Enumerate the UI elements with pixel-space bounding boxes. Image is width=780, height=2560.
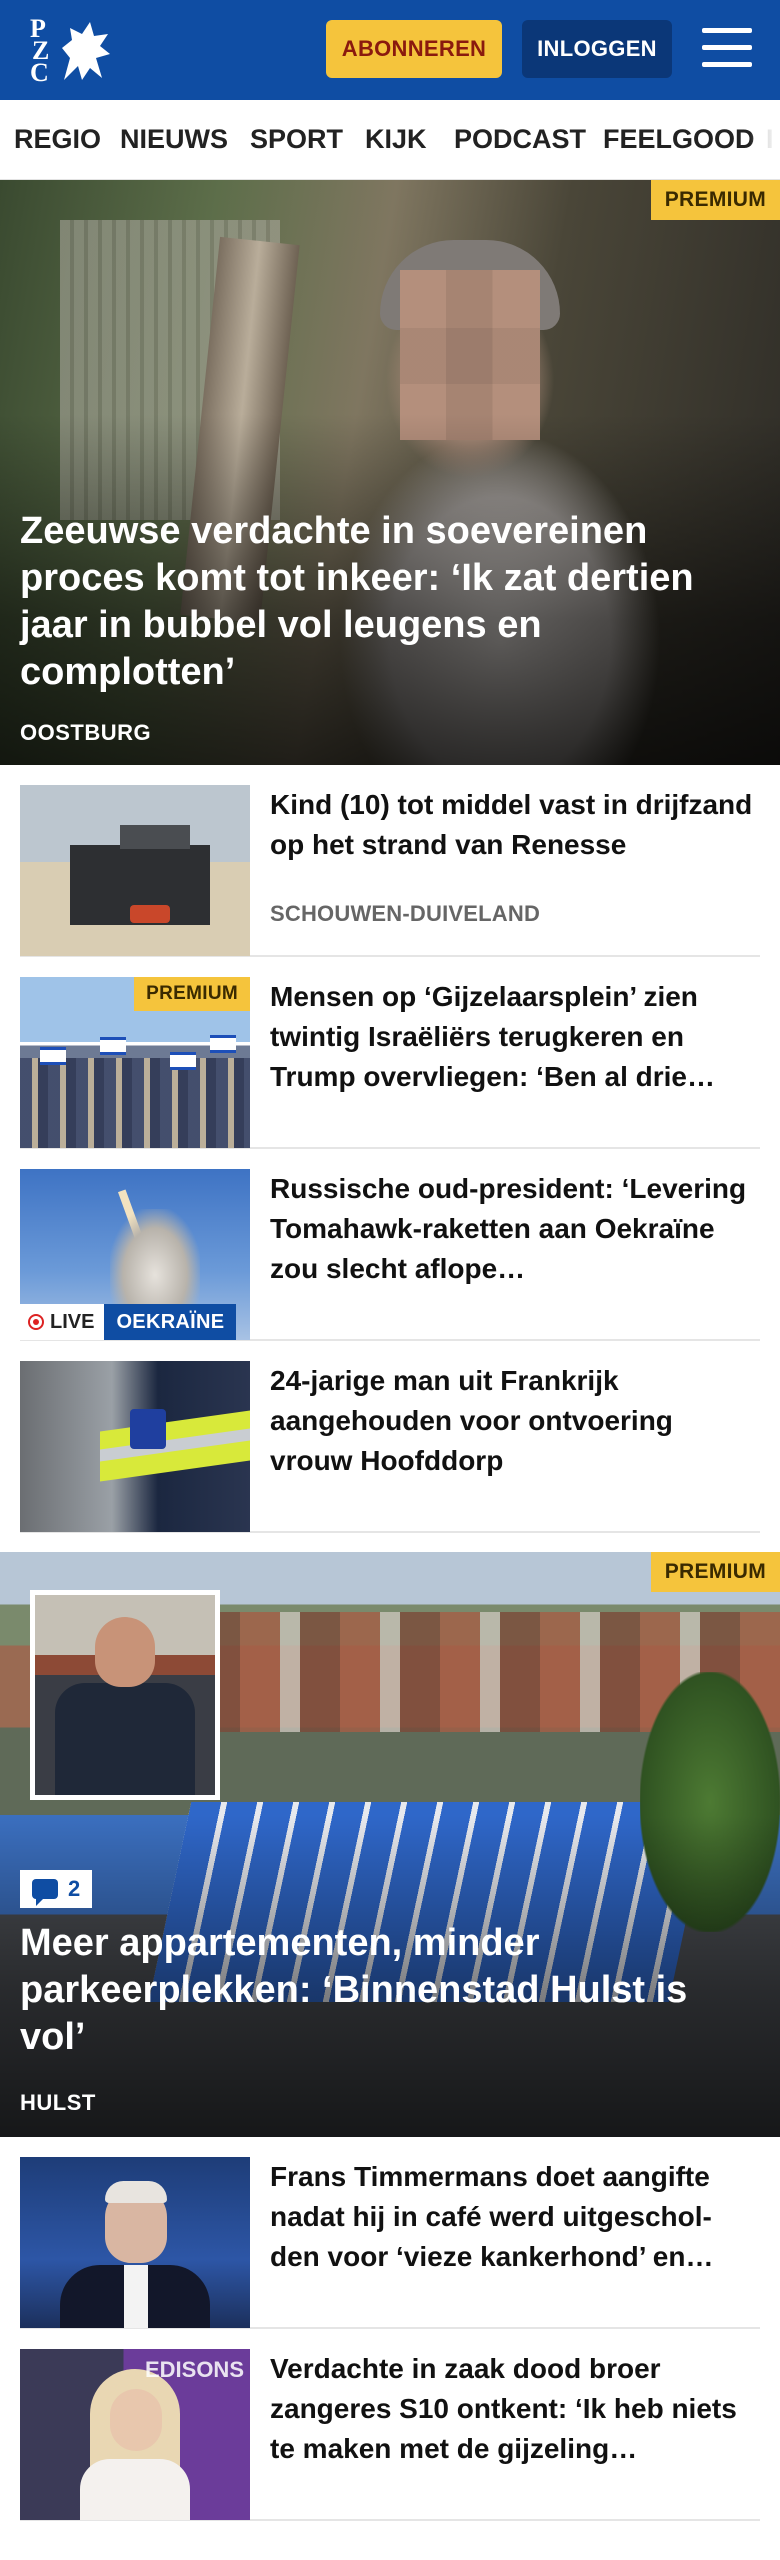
list-item[interactable]: Kind (10) tot middel vast in drijfzand o… bbox=[20, 765, 760, 957]
live-label: LIVE bbox=[50, 1310, 95, 1333]
list-item[interactable]: LIVE OEKRAÏNE Russische oud-president: ‘… bbox=[20, 1149, 760, 1341]
nav-item-feelgood[interactable]: FEELGOOD bbox=[603, 124, 755, 155]
section-nav: REGIO NIEUWS SPORT KIJK PODCAST FEELGOOD… bbox=[0, 100, 780, 180]
premium-badge: PREMIUM bbox=[134, 977, 250, 1011]
nav-item-nieuws[interactable]: NIEUWS bbox=[120, 124, 228, 155]
logo-letter-c: C bbox=[30, 58, 49, 87]
premium-badge: PREMIUM bbox=[650, 1552, 780, 1592]
article-thumbnail: PREMIUM bbox=[20, 977, 250, 1148]
article-thumbnail bbox=[20, 785, 250, 956]
nav-item-kijk[interactable]: KIJK bbox=[365, 124, 427, 155]
feature-inset-photo bbox=[30, 1590, 220, 1800]
live-dot-icon bbox=[28, 1314, 44, 1330]
article-title[interactable]: Frans Timmermans doet aangifte nadat hij… bbox=[270, 2157, 760, 2277]
list-item[interactable]: EDISONS Verdachte in zaak dood broer zan… bbox=[20, 2329, 760, 2521]
comment-count-value: 2 bbox=[68, 1876, 81, 1901]
nav-fade bbox=[750, 100, 780, 179]
login-button[interactable]: INLOGGEN bbox=[522, 20, 672, 78]
nav-item-regio[interactable]: REGIO bbox=[14, 124, 101, 155]
article-thumbnail: LIVE OEKRAÏNE bbox=[20, 1169, 250, 1340]
feature-location: HULST bbox=[20, 2090, 96, 2115]
list-item[interactable]: PREMIUM Mensen op ‘Gijzelaarsplein’ zien… bbox=[20, 957, 760, 1149]
article-location: SCHOUWEN-DUIVELAND bbox=[270, 901, 541, 926]
article-thumbnail bbox=[20, 1361, 250, 1532]
topic-tag: OEKRAÏNE bbox=[104, 1304, 237, 1340]
article-thumbnail: EDISONS bbox=[20, 2349, 250, 2520]
hero-title[interactable]: Zeeuwse verdachte in soevereinen proces … bbox=[20, 508, 760, 696]
backdrop-logo-text: EDISONS bbox=[144, 2357, 244, 2382]
feature-article[interactable]: PREMIUM 2 Meer appartementen, minder par… bbox=[0, 1552, 780, 2137]
comment-icon bbox=[32, 1879, 58, 1906]
article-title[interactable]: Verdachte in zaak dood broer zangeres S1… bbox=[270, 2349, 760, 2469]
hero-location: OOSTBURG bbox=[20, 720, 152, 745]
article-thumbnail bbox=[20, 2157, 250, 2328]
subscribe-button[interactable]: ABONNEREN bbox=[326, 20, 502, 78]
list-item[interactable]: Frans Timmermans doet aangifte nadat hij… bbox=[20, 2137, 760, 2329]
article-title[interactable]: 24-jarige man uit Frankrijk aangehouden … bbox=[270, 1361, 760, 1481]
nav-item-sport[interactable]: SPORT bbox=[250, 124, 343, 155]
live-badge: LIVE OEKRAÏNE bbox=[20, 1304, 237, 1340]
menu-icon[interactable] bbox=[700, 26, 754, 70]
article-title[interactable]: Mensen op ‘Gijzelaarsplein’ zien twintig… bbox=[270, 977, 760, 1097]
hero-article[interactable]: PREMIUM Zeeuwse verdachte in soevereinen… bbox=[0, 180, 780, 765]
lion-icon bbox=[62, 22, 110, 80]
article-title[interactable]: Russische oud-president: ‘Levering Tomah… bbox=[270, 1169, 760, 1289]
article-title[interactable]: Kind (10) tot middel vast in drijfzand o… bbox=[270, 785, 760, 865]
nav-item-podcast[interactable]: PODCAST bbox=[454, 124, 586, 155]
premium-badge: PREMIUM bbox=[650, 180, 780, 220]
feature-title[interactable]: Meer appartementen, minder parkeerplekke… bbox=[20, 1920, 760, 2061]
pzc-logo[interactable]: P Z C bbox=[26, 14, 116, 86]
list-item[interactable]: 24-jarige man uit Frankrijk aangehouden … bbox=[20, 1341, 760, 1533]
site-header: P Z C ABONNEREN INLOGGEN bbox=[0, 0, 780, 100]
comment-count[interactable]: 2 bbox=[20, 1870, 93, 1908]
